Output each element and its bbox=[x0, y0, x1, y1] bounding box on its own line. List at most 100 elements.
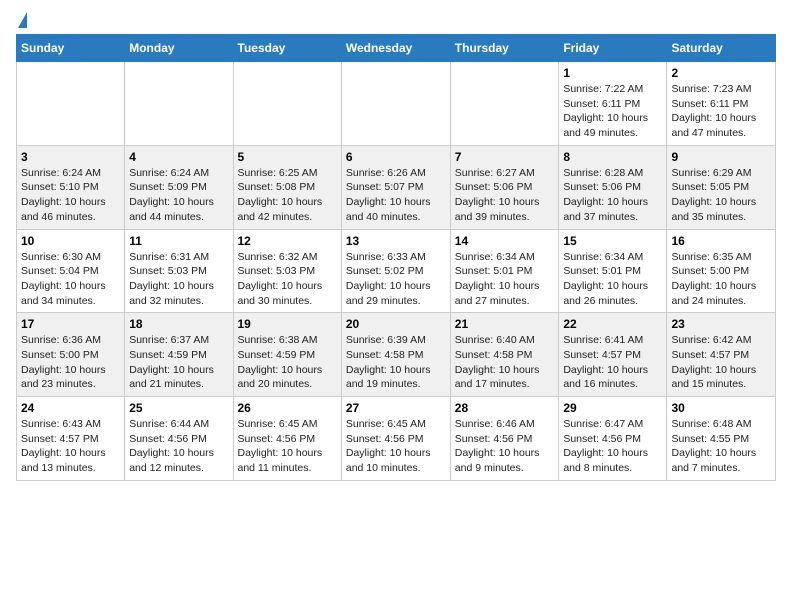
cell-details: Sunrise: 6:31 AM Sunset: 5:03 PM Dayligh… bbox=[129, 250, 228, 309]
day-number: 8 bbox=[563, 150, 662, 164]
calendar-cell: 7Sunrise: 6:27 AM Sunset: 5:06 PM Daylig… bbox=[450, 145, 559, 229]
cell-details: Sunrise: 6:28 AM Sunset: 5:06 PM Dayligh… bbox=[563, 166, 662, 225]
calendar-cell bbox=[233, 62, 341, 146]
day-number: 21 bbox=[455, 317, 555, 331]
cell-details: Sunrise: 6:34 AM Sunset: 5:01 PM Dayligh… bbox=[455, 250, 555, 309]
calendar-week-row: 10Sunrise: 6:30 AM Sunset: 5:04 PM Dayli… bbox=[17, 229, 776, 313]
day-number: 23 bbox=[671, 317, 771, 331]
calendar-week-row: 3 Sunrise: 6:24 AM Sunset: 5:10 PM Daylig… bbox=[17, 145, 776, 229]
day-number: 3 bbox=[21, 150, 120, 164]
calendar-cell: 23 Sunrise: 6:42 AM Sunset: 4:57 PM Dayli… bbox=[667, 313, 776, 397]
day-number: 11 bbox=[129, 234, 228, 248]
cell-details: Sunrise: 6:36 AM Sunset: 5:00 PM Dayligh… bbox=[21, 333, 120, 392]
day-number: 17 bbox=[21, 317, 120, 331]
calendar-cell: 21 Sunrise: 6:40 AM Sunset: 4:58 PM Dayli… bbox=[450, 313, 559, 397]
calendar-cell bbox=[341, 62, 450, 146]
calendar-cell: 5 Sunrise: 6:25 AM Sunset: 5:08 PM Daylig… bbox=[233, 145, 341, 229]
calendar-cell: 19Sunrise: 6:38 AM Sunset: 4:59 PM Dayli… bbox=[233, 313, 341, 397]
calendar-cell: 2 Sunrise: 7:23 AM Sunset: 6:11 PM Daylig… bbox=[667, 62, 776, 146]
day-number: 5 bbox=[238, 150, 337, 164]
dow-header: Friday bbox=[559, 35, 667, 62]
calendar-cell: 10Sunrise: 6:30 AM Sunset: 5:04 PM Dayli… bbox=[17, 229, 125, 313]
cell-details: Sunrise: 6:24 AM Sunset: 5:10 PM Dayligh… bbox=[21, 166, 120, 225]
calendar-cell bbox=[17, 62, 125, 146]
day-number: 14 bbox=[455, 234, 555, 248]
cell-details: Sunrise: 6:44 AM Sunset: 4:56 PM Dayligh… bbox=[129, 417, 228, 476]
day-number: 16 bbox=[671, 234, 771, 248]
cell-details: Sunrise: 6:38 AM Sunset: 4:59 PM Dayligh… bbox=[238, 333, 337, 392]
day-number: 22 bbox=[563, 317, 662, 331]
cell-details: Sunrise: 6:37 AM Sunset: 4:59 PM Dayligh… bbox=[129, 333, 228, 392]
cell-details: Sunrise: 6:46 AM Sunset: 4:56 PM Dayligh… bbox=[455, 417, 555, 476]
calendar-cell: 17 Sunrise: 6:36 AM Sunset: 5:00 PM Dayli… bbox=[17, 313, 125, 397]
calendar-cell: 8 Sunrise: 6:28 AM Sunset: 5:06 PM Daylig… bbox=[559, 145, 667, 229]
cell-details: Sunrise: 6:42 AM Sunset: 4:57 PM Dayligh… bbox=[671, 333, 771, 392]
calendar-cell: 6 Sunrise: 6:26 AM Sunset: 5:07 PM Daylig… bbox=[341, 145, 450, 229]
cell-details: Sunrise: 6:35 AM Sunset: 5:00 PM Dayligh… bbox=[671, 250, 771, 309]
calendar-cell: 27Sunrise: 6:45 AM Sunset: 4:56 PM Dayli… bbox=[341, 397, 450, 481]
day-number: 25 bbox=[129, 401, 228, 415]
calendar-cell: 4 Sunrise: 6:24 AM Sunset: 5:09 PM Daylig… bbox=[125, 145, 233, 229]
day-number: 15 bbox=[563, 234, 662, 248]
dow-header: Tuesday bbox=[233, 35, 341, 62]
day-number: 30 bbox=[671, 401, 771, 415]
day-number: 20 bbox=[346, 317, 446, 331]
cell-details: Sunrise: 6:41 AM Sunset: 4:57 PM Dayligh… bbox=[563, 333, 662, 392]
dow-header: Thursday bbox=[450, 35, 559, 62]
cell-details: Sunrise: 6:39 AM Sunset: 4:58 PM Dayligh… bbox=[346, 333, 446, 392]
calendar-cell bbox=[125, 62, 233, 146]
day-number: 7 bbox=[455, 150, 555, 164]
cell-details: Sunrise: 6:40 AM Sunset: 4:58 PM Dayligh… bbox=[455, 333, 555, 392]
cell-details: Sunrise: 6:25 AM Sunset: 5:08 PM Dayligh… bbox=[238, 166, 337, 225]
calendar-cell: 30Sunrise: 6:48 AM Sunset: 4:55 PM Dayli… bbox=[667, 397, 776, 481]
days-of-week-row: SundayMondayTuesdayWednesdayThursdayFrid… bbox=[17, 35, 776, 62]
calendar-cell: 26 Sunrise: 6:45 AM Sunset: 4:56 PM Dayli… bbox=[233, 397, 341, 481]
dow-header: Monday bbox=[125, 35, 233, 62]
calendar-cell: 16 Sunrise: 6:35 AM Sunset: 5:00 PM Dayli… bbox=[667, 229, 776, 313]
calendar-cell: 13Sunrise: 6:33 AM Sunset: 5:02 PM Dayli… bbox=[341, 229, 450, 313]
calendar-cell bbox=[450, 62, 559, 146]
dow-header: Sunday bbox=[17, 35, 125, 62]
cell-details: Sunrise: 6:45 AM Sunset: 4:56 PM Dayligh… bbox=[346, 417, 446, 476]
calendar-week-row: 17 Sunrise: 6:36 AM Sunset: 5:00 PM Dayli… bbox=[17, 313, 776, 397]
cell-details: Sunrise: 6:32 AM Sunset: 5:03 PM Dayligh… bbox=[238, 250, 337, 309]
calendar-cell: 3 Sunrise: 6:24 AM Sunset: 5:10 PM Daylig… bbox=[17, 145, 125, 229]
calendar-cell: 20 Sunrise: 6:39 AM Sunset: 4:58 PM Dayli… bbox=[341, 313, 450, 397]
day-number: 9 bbox=[671, 150, 771, 164]
cell-details: Sunrise: 6:29 AM Sunset: 5:05 PM Dayligh… bbox=[671, 166, 771, 225]
calendar-cell: 11 Sunrise: 6:31 AM Sunset: 5:03 PM Dayli… bbox=[125, 229, 233, 313]
calendar-cell: 22 Sunrise: 6:41 AM Sunset: 4:57 PM Dayli… bbox=[559, 313, 667, 397]
day-number: 6 bbox=[346, 150, 446, 164]
calendar-cell: 12Sunrise: 6:32 AM Sunset: 5:03 PM Dayli… bbox=[233, 229, 341, 313]
calendar-cell: 1 Sunrise: 7:22 AM Sunset: 6:11 PM Daylig… bbox=[559, 62, 667, 146]
cell-details: Sunrise: 7:23 AM Sunset: 6:11 PM Dayligh… bbox=[671, 82, 771, 141]
calendar-cell: 28 Sunrise: 6:46 AM Sunset: 4:56 PM Dayli… bbox=[450, 397, 559, 481]
calendar-cell: 14 Sunrise: 6:34 AM Sunset: 5:01 PM Dayli… bbox=[450, 229, 559, 313]
day-number: 29 bbox=[563, 401, 662, 415]
day-number: 18 bbox=[129, 317, 228, 331]
cell-details: Sunrise: 6:26 AM Sunset: 5:07 PM Dayligh… bbox=[346, 166, 446, 225]
day-number: 2 bbox=[671, 66, 771, 80]
cell-details: Sunrise: 6:45 AM Sunset: 4:56 PM Dayligh… bbox=[238, 417, 337, 476]
cell-details: Sunrise: 6:34 AM Sunset: 5:01 PM Dayligh… bbox=[563, 250, 662, 309]
day-number: 24 bbox=[21, 401, 120, 415]
day-number: 4 bbox=[129, 150, 228, 164]
page-header bbox=[16, 16, 776, 26]
cell-details: Sunrise: 6:43 AM Sunset: 4:57 PM Dayligh… bbox=[21, 417, 120, 476]
calendar-table: SundayMondayTuesdayWednesdayThursdayFrid… bbox=[16, 34, 776, 481]
day-number: 1 bbox=[563, 66, 662, 80]
day-number: 26 bbox=[238, 401, 337, 415]
calendar-cell: 9 Sunrise: 6:29 AM Sunset: 5:05 PM Daylig… bbox=[667, 145, 776, 229]
logo bbox=[16, 16, 27, 26]
calendar-cell: 18 Sunrise: 6:37 AM Sunset: 4:59 PM Dayli… bbox=[125, 313, 233, 397]
day-number: 28 bbox=[455, 401, 555, 415]
day-number: 13 bbox=[346, 234, 446, 248]
dow-header: Saturday bbox=[667, 35, 776, 62]
cell-details: Sunrise: 6:24 AM Sunset: 5:09 PM Dayligh… bbox=[129, 166, 228, 225]
calendar-cell: 29Sunrise: 6:47 AM Sunset: 4:56 PM Dayli… bbox=[559, 397, 667, 481]
calendar-week-row: 24 Sunrise: 6:43 AM Sunset: 4:57 PM Dayli… bbox=[17, 397, 776, 481]
cell-details: Sunrise: 7:22 AM Sunset: 6:11 PM Dayligh… bbox=[563, 82, 662, 141]
cell-details: Sunrise: 6:30 AM Sunset: 5:04 PM Dayligh… bbox=[21, 250, 120, 309]
calendar-cell: 25 Sunrise: 6:44 AM Sunset: 4:56 PM Dayli… bbox=[125, 397, 233, 481]
calendar-cell: 15 Sunrise: 6:34 AM Sunset: 5:01 PM Dayli… bbox=[559, 229, 667, 313]
